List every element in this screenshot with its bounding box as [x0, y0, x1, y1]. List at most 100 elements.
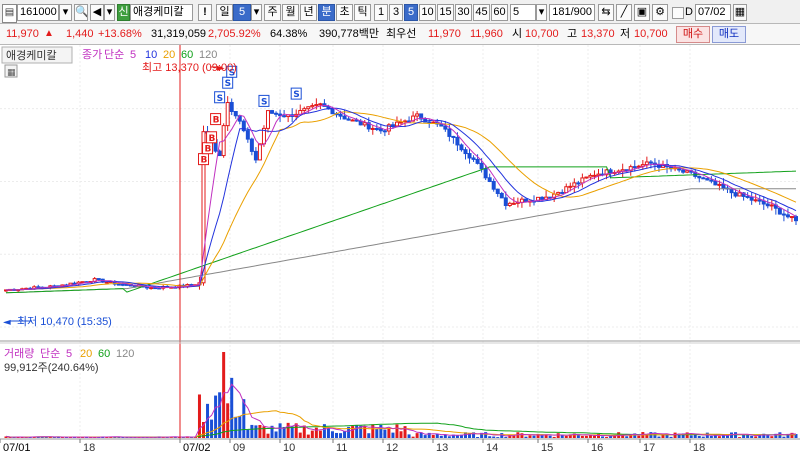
- high-price: 13,370: [581, 28, 615, 40]
- candle-down: [681, 169, 686, 173]
- save-icon[interactable]: ▣: [634, 4, 650, 21]
- period-second-button[interactable]: 초: [336, 4, 353, 21]
- alert-button[interactable]: !: [198, 4, 212, 21]
- candle-up: [717, 183, 722, 186]
- buy-button[interactable]: 매수: [676, 26, 710, 43]
- candle-down: [648, 161, 653, 164]
- time-axis-label: 07/02: [183, 442, 211, 453]
- candle-down: [270, 110, 275, 114]
- candle-down: [608, 169, 613, 174]
- candle-down: [479, 162, 484, 170]
- chart-background: [0, 45, 800, 453]
- signal-label: B: [205, 145, 212, 155]
- candle-up: [556, 191, 561, 195]
- volume-bar: [242, 399, 246, 438]
- period-minute-button[interactable]: 분: [318, 4, 335, 21]
- stock-code-input[interactable]: 161000: [17, 4, 59, 21]
- volume-bar: [701, 436, 705, 438]
- sound-dropdown-icon[interactable]: ▾: [104, 4, 115, 21]
- volume-bar: [306, 434, 310, 438]
- interval-15-button[interactable]: 15: [437, 4, 454, 21]
- draw-tool-icon[interactable]: ╱: [616, 4, 632, 21]
- candle-down: [249, 138, 254, 152]
- date-checkbox[interactable]: [672, 7, 684, 19]
- candle-up: [580, 177, 585, 184]
- interval-dropdown-icon[interactable]: ▾: [536, 4, 547, 21]
- volume-bar: [371, 424, 375, 438]
- volume-bar: [625, 436, 629, 438]
- candle-down: [443, 125, 448, 130]
- interval-5-button[interactable]: 5: [404, 4, 418, 21]
- volume-bar: [258, 424, 262, 438]
- candle-down: [451, 135, 456, 138]
- candle-down: [495, 188, 500, 194]
- new-listing-badge: 신: [117, 4, 130, 21]
- candle-down: [475, 158, 480, 164]
- date-input[interactable]: 07/02: [695, 4, 731, 21]
- volume-bar: [214, 395, 218, 438]
- volume-bar: [399, 431, 403, 438]
- interval-30-button[interactable]: 30: [455, 4, 472, 21]
- sell-button[interactable]: 매도: [712, 26, 746, 43]
- volume-bar: [339, 433, 343, 438]
- candle-down: [745, 195, 750, 198]
- candle-down: [761, 200, 766, 205]
- candle-up: [588, 174, 593, 178]
- candle-up: [584, 176, 589, 179]
- volume-bar: [657, 436, 661, 438]
- volume-bar: [447, 436, 451, 438]
- chart-menu-icon[interactable]: ▤: [2, 4, 17, 23]
- search-icon[interactable]: 🔍: [74, 4, 88, 21]
- interval-value-input[interactable]: 5: [510, 4, 536, 21]
- period-count-field[interactable]: 5: [233, 4, 251, 21]
- time-axis-label: 09: [233, 442, 245, 453]
- period-year-button[interactable]: 년: [300, 4, 317, 21]
- volume-legend-ma5: 5: [66, 348, 72, 360]
- volume-bar: [689, 435, 693, 438]
- interval-3-button[interactable]: 3: [389, 4, 403, 21]
- interval-1-button[interactable]: 1: [374, 4, 388, 21]
- compare-icon[interactable]: ⇆: [598, 4, 614, 21]
- volume-bar: [395, 424, 399, 438]
- interval-45-button[interactable]: 45: [473, 4, 490, 21]
- legend-ma10: 10: [145, 49, 157, 61]
- volume-bar: [351, 426, 355, 438]
- candle-down: [483, 168, 488, 179]
- time-axis-label: 18: [693, 442, 705, 453]
- period-dropdown-icon[interactable]: ▾: [251, 4, 262, 21]
- interval-10-button[interactable]: 10: [419, 4, 436, 21]
- candle-down: [342, 115, 347, 120]
- volume-bar: [556, 433, 560, 438]
- time-axis-label: 15: [541, 442, 553, 453]
- interval-60-button[interactable]: 60: [491, 4, 508, 21]
- candle-down: [463, 149, 468, 155]
- best-quote-label: 최우선: [386, 28, 417, 40]
- volume-bar: [278, 423, 282, 438]
- period-tick-button[interactable]: 틱: [354, 4, 371, 21]
- volume-bar: [343, 431, 347, 438]
- volume-bar: [721, 435, 725, 438]
- change-rate: +13.68%: [98, 28, 142, 40]
- volume-legend-ma20: 20: [80, 348, 92, 360]
- low-annotation: 최저 10,470 (15:35): [17, 315, 112, 328]
- volume-bar: [552, 436, 556, 438]
- period-month-button[interactable]: 월: [282, 4, 299, 21]
- price-chart[interactable]: BBBBSSSSS 애경케미칼 종가 단순 5 10 20 60 120 ▦ 최…: [0, 45, 800, 453]
- period-day-button[interactable]: 일: [216, 4, 233, 21]
- volume-bar: [431, 434, 435, 438]
- calendar-icon[interactable]: ▦: [733, 4, 747, 21]
- volume-bar: [423, 435, 427, 438]
- sound-icon[interactable]: ◀: [90, 4, 104, 21]
- signal-label: S: [225, 79, 231, 89]
- candle-down: [374, 127, 379, 130]
- candle-down: [378, 128, 383, 132]
- settings-icon[interactable]: ⚙: [652, 4, 668, 21]
- period-week-button[interactable]: 주: [264, 4, 281, 21]
- candle-down: [701, 177, 706, 180]
- volume-bar: [52, 437, 56, 438]
- volume-bar: [673, 432, 677, 438]
- trade-amount: 390,778백만: [319, 28, 380, 40]
- code-dropdown-icon[interactable]: ▾: [59, 4, 72, 21]
- stock-name-field[interactable]: 애경케미칼: [130, 4, 193, 21]
- volume-bar: [262, 426, 266, 438]
